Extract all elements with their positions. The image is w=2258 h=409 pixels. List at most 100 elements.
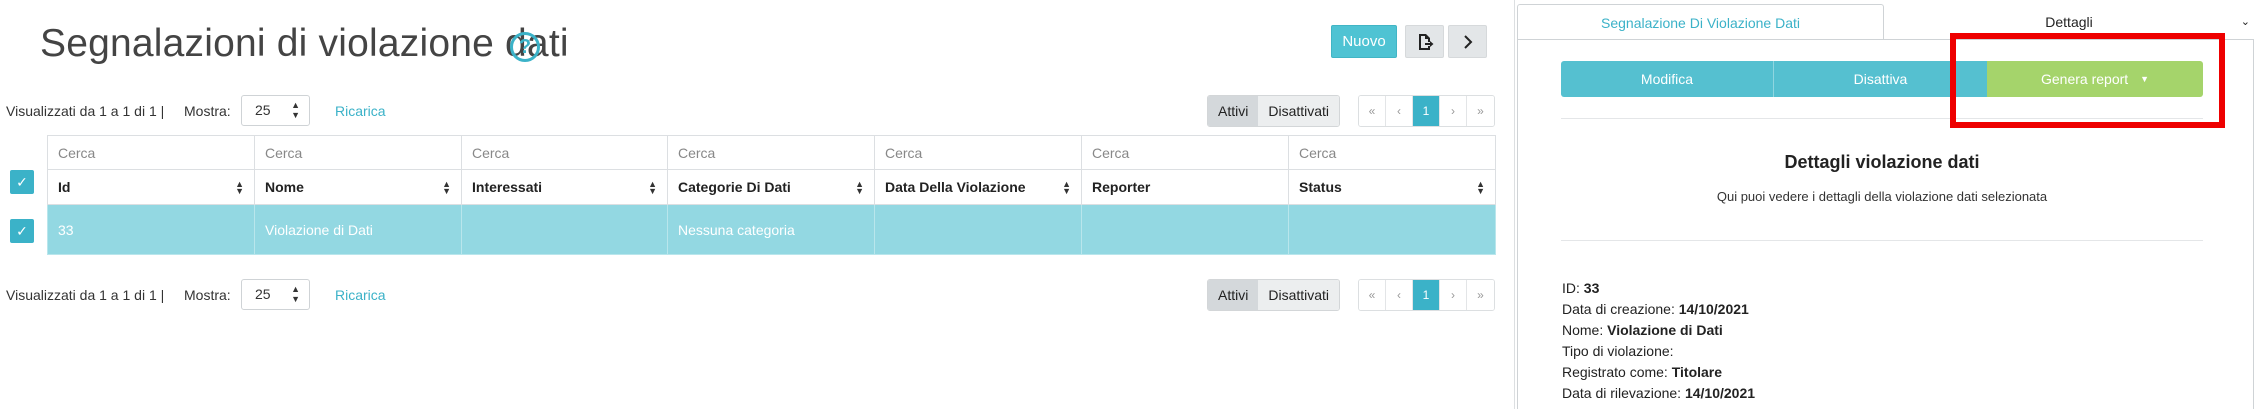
sort-icon: ▲ ▼ [1476,179,1485,196]
column-header-nome[interactable]: Nome ▲ ▼ [254,169,462,205]
cell-categorie: Nessuna categoria [667,204,875,255]
column-label: Nome [265,179,304,195]
page-size-select[interactable]: 25 ▲ ▼ [241,95,310,126]
search-input-data[interactable]: Cerca [874,135,1082,170]
column-label: Interessati [472,179,543,195]
filter-active-button[interactable]: Attivi [1208,96,1259,126]
page-size-value: 25 [255,102,271,118]
field-value: 14/10/2021 [1678,301,1749,317]
page-size-label: Mostra: [184,287,231,303]
edit-button[interactable]: Modifica [1561,61,1774,97]
cell-reporter [1081,204,1289,255]
help-icon[interactable]: ? [510,32,540,62]
search-input-interessati[interactable]: Cerca [461,135,668,170]
field-label: Registrato come: [1562,364,1668,380]
field-created: Data di creazione: 14/10/2021 [1562,301,1749,317]
pager-first[interactable]: « [1359,96,1386,126]
sort-icon: ▲ ▼ [1062,179,1071,196]
field-label: Data di creazione: [1562,301,1675,317]
page-size-value: 25 [255,286,271,302]
search-input-status[interactable]: Cerca [1288,135,1496,170]
field-label: Data di rilevazione: [1562,385,1682,401]
cell-interessati [461,204,668,255]
cell-nome: Violazione di Dati [254,204,462,255]
details-title: Dettagli violazione dati [1784,152,1980,172]
cell-id: 33 [47,204,255,255]
table-row[interactable]: 33 Violazione di Dati Nessuna categoria [47,204,1496,255]
reload-link[interactable]: Ricarica [335,287,386,303]
search-input-reporter[interactable]: Cerca [1081,135,1289,170]
sort-icon: ▲ ▼ [648,179,657,196]
pager-next[interactable]: › [1440,96,1467,126]
field-registered-as: Registrato come: Titolare [1562,364,1722,380]
pager-prev[interactable]: ‹ [1386,280,1413,310]
filter-inactive-button[interactable]: Disattivati [1258,96,1340,126]
column-header-categorie[interactable]: Categorie Di Dati ▲ ▼ [667,169,875,205]
highlight-box [1950,33,2225,128]
column-header-data[interactable]: Data Della Violazione ▲ ▼ [874,169,1082,205]
details-subtitle: Qui puoi vedere i dettagli della violazi… [1716,189,2048,204]
tab-segnalazione[interactable]: Segnalazione Di Violazione Dati [1517,4,1884,40]
field-label: Tipo di violazione: [1562,343,1674,359]
header-row: Id ▲ ▼ Nome ▲ ▼ Interessati ▲ ▼ Categorie Di D… [47,169,1496,205]
column-label: Reporter [1092,179,1151,195]
select-all-checkbox[interactable]: ✓ [10,170,34,194]
search-row: Cerca Cerca Cerca Cerca Cerca Cerca Cerc… [47,135,1496,170]
list-controls-top: Visualizzati da 1 a 1 di 1 | Mostra: 25 … [0,95,1500,127]
reload-link[interactable]: Ricarica [335,103,386,119]
sort-icon: ▲ ▼ [235,179,244,196]
field-type: Tipo di violazione: [1562,343,1674,359]
select-arrows-icon: ▲ ▼ [291,284,300,304]
pager-last[interactable]: » [1467,280,1494,310]
field-name: Nome: Violazione di Dati [1562,322,1723,338]
column-header-interessati[interactable]: Interessati ▲ ▼ [461,169,668,205]
pager-page-1[interactable]: 1 [1413,280,1440,310]
field-label: Nome: [1562,322,1604,338]
next-button[interactable] [1448,25,1487,58]
column-label: Status [1299,179,1342,195]
chevron-down-icon: ⌄ [2240,16,2250,28]
field-value: 14/10/2021 [1684,385,1756,401]
column-label: Categorie Di Dati [678,179,791,195]
page-size-select[interactable]: 25 ▲ ▼ [241,279,310,310]
search-input-categorie[interactable]: Cerca [667,135,875,170]
column-header-id[interactable]: Id ▲ ▼ [47,169,255,205]
pager-next[interactable]: › [1440,280,1467,310]
filter-active-button[interactable]: Attivi [1208,280,1259,310]
sort-icon: ▲ ▼ [855,179,864,196]
records-summary: Visualizzati da 1 a 1 di 1 | [6,103,165,119]
filter-inactive-button[interactable]: Disattivati [1258,280,1340,310]
field-value: Titolare [1671,364,1723,380]
pagination: « ‹ 1 › » [1358,95,1495,127]
tab-dettagli-label: Dettagli [2045,14,2093,30]
new-button[interactable]: Nuovo [1331,25,1397,58]
field-id: ID: 33 [1562,280,1599,296]
records-summary: Visualizzati da 1 a 1 di 1 | [6,287,165,303]
status-filter: Attivi Disattivati [1207,279,1341,311]
pager-prev[interactable]: ‹ [1386,96,1413,126]
export-button[interactable] [1405,25,1444,58]
violations-table: Cerca Cerca Cerca Cerca Cerca Cerca Cerc… [47,135,1496,255]
search-input-nome[interactable]: Cerca [254,135,462,170]
pager-page-1[interactable]: 1 [1413,96,1440,126]
pager-first[interactable]: « [1359,280,1386,310]
column-label: Id [58,179,71,195]
column-label: Data Della Violazione [885,179,1026,195]
field-detection-date: Data di rilevazione: 14/10/2021 [1562,385,1755,401]
cell-data [874,204,1082,255]
divider [1561,240,2203,241]
field-value: Violazione di Dati [1607,322,1723,338]
pager-last[interactable]: » [1467,96,1494,126]
page-size-label: Mostra: [184,103,231,119]
row-checkbox[interactable]: ✓ [10,219,34,243]
export-file-icon [1418,34,1433,50]
field-value: 33 [1583,280,1600,296]
pagination: « ‹ 1 › » [1358,279,1495,311]
column-header-status[interactable]: Status ▲ ▼ [1288,169,1496,205]
column-header-reporter[interactable]: Reporter [1081,169,1289,205]
chevron-right-icon [1463,35,1472,49]
page-title: Segnalazioni di violazione dati [40,22,569,65]
search-input-id[interactable]: Cerca [47,135,255,170]
cell-status [1288,204,1496,255]
list-controls-bottom: Visualizzati da 1 a 1 di 1 | Mostra: 25 … [0,279,1500,311]
